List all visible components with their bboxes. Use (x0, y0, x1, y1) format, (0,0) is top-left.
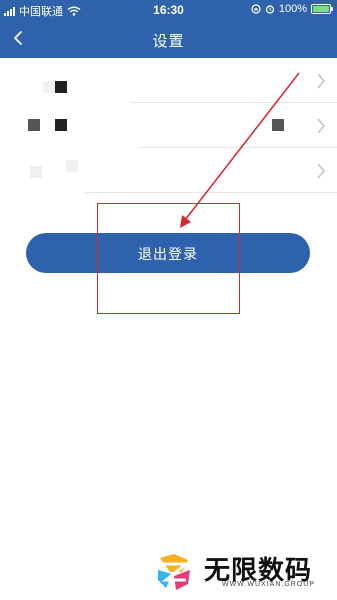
nav-bar: 设置 (0, 20, 337, 58)
settings-row-2[interactable] (0, 103, 337, 148)
obscured-value (272, 119, 284, 131)
watermark-url: WWW.WUXIAN.GROUP (222, 581, 315, 588)
obscured-label-fragment (43, 81, 55, 93)
obscured-label (30, 166, 42, 178)
obscured-label (55, 81, 67, 93)
settings-list (0, 58, 337, 193)
chevron-right-icon (317, 73, 325, 89)
status-right: 100% (251, 3, 333, 15)
battery-percent: 100% (278, 3, 307, 15)
logout-button[interactable]: 退出登录 (26, 233, 310, 273)
watermark: 无限数码 WWW.WUXIAN.GROUP (152, 548, 332, 596)
obscured-label (28, 119, 40, 131)
lock-rotation-icon (251, 4, 261, 14)
brand-logo-icon (158, 554, 191, 590)
row-divider (85, 192, 337, 193)
status-bar: 中国联通 16:30 100% (0, 0, 337, 20)
app-header: 中国联通 16:30 100% 设置 (0, 0, 337, 58)
obscured-label-fragment (66, 160, 78, 172)
settings-row-3[interactable] (0, 148, 337, 193)
chevron-right-icon (317, 163, 325, 179)
alarm-icon (265, 5, 274, 14)
page-title: 设置 (152, 33, 185, 50)
battery-fill (313, 6, 329, 12)
logout-label: 退出登录 (138, 246, 198, 262)
battery-icon (311, 4, 333, 14)
obscured-label-fragment (55, 119, 67, 131)
chevron-right-icon (317, 118, 325, 134)
settings-row-1[interactable] (0, 58, 337, 103)
